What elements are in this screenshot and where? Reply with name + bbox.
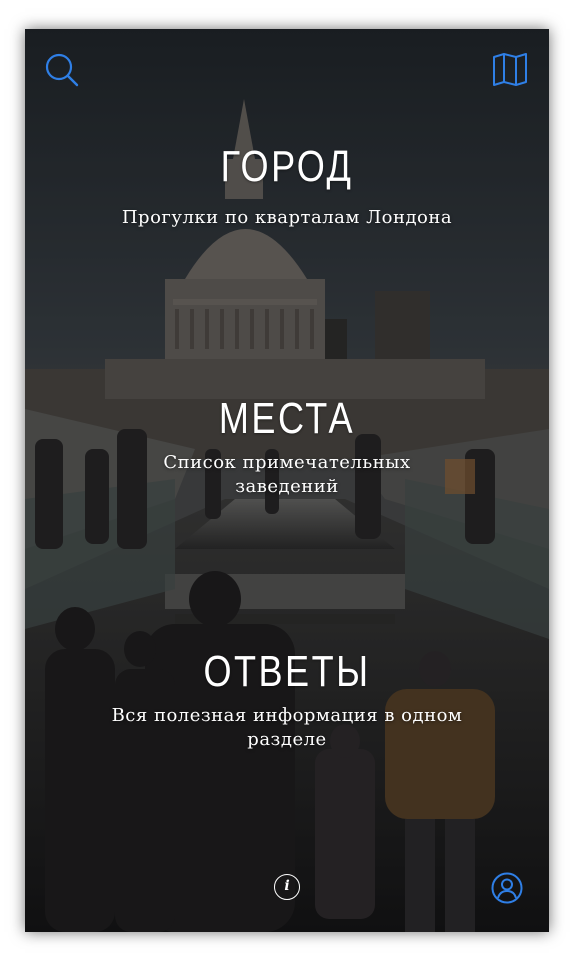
map-icon bbox=[493, 53, 527, 86]
section-places[interactable]: МЕСТА Список примечательных заведений bbox=[25, 393, 549, 499]
section-city-subtitle: Прогулки по кварталам Лондона bbox=[121, 207, 453, 228]
section-answers-subtitle: Вся полезная информация в одном разделе bbox=[111, 705, 463, 750]
section-answers-title: ОТВЕТЫ bbox=[203, 647, 371, 696]
section-places-title: МЕСТА bbox=[218, 394, 356, 443]
info-icon: i bbox=[284, 878, 290, 894]
section-city-title: ГОРОД bbox=[220, 142, 354, 191]
app-screen: ГОРОД Прогулки по кварталам Лондона МЕСТ… bbox=[25, 29, 549, 932]
profile-button[interactable] bbox=[491, 872, 523, 904]
search-icon bbox=[45, 53, 79, 87]
info-button[interactable]: i bbox=[274, 874, 300, 900]
section-city[interactable]: ГОРОД Прогулки по кварталам Лондона bbox=[25, 141, 549, 230]
section-places-subtitle: Список примечательных заведений bbox=[163, 452, 411, 497]
user-icon bbox=[491, 872, 523, 904]
section-answers[interactable]: ОТВЕТЫ Вся полезная информация в одном р… bbox=[25, 646, 549, 752]
search-button[interactable] bbox=[43, 51, 81, 89]
map-button[interactable] bbox=[491, 51, 529, 89]
